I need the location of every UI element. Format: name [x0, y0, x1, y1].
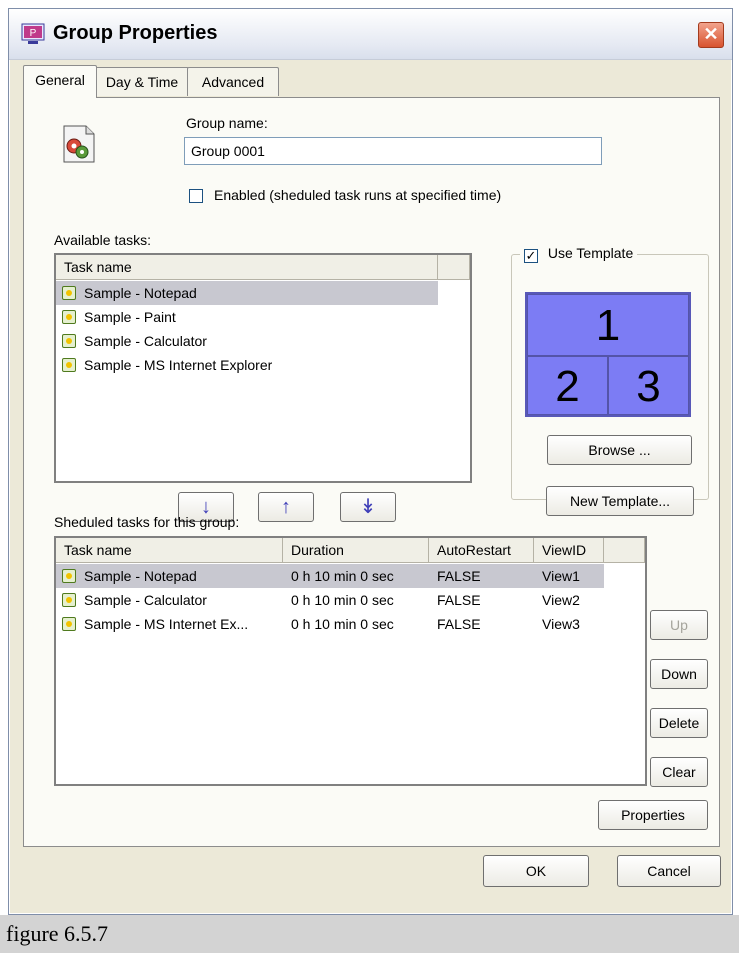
- column-task-name[interactable]: Task name: [56, 538, 283, 562]
- task-name: Sample - Calculator: [84, 333, 207, 349]
- enabled-checkbox[interactable]: [189, 189, 203, 203]
- group-properties-window: P Group Properties ✕ General Day & Time …: [8, 8, 733, 915]
- list-item[interactable]: Sample - Calculator: [56, 329, 438, 353]
- window-title: Group Properties: [53, 22, 218, 44]
- column-spacer: [604, 538, 645, 562]
- task-name: Sample - Notepad: [84, 285, 197, 301]
- column-spacer: [438, 255, 470, 279]
- template-preview[interactable]: 1 2 3: [525, 292, 691, 417]
- scheduled-tasks-label: Sheduled tasks for this group:: [54, 514, 240, 530]
- group-name-input[interactable]: Group 0001: [184, 137, 602, 165]
- browse-button[interactable]: Browse ...: [547, 435, 692, 465]
- task-icon: [62, 334, 76, 348]
- template-cell-2: 2: [527, 356, 608, 415]
- cell-viewid: View2: [542, 592, 580, 608]
- cell-autorestart: FALSE: [437, 616, 481, 632]
- down-button[interactable]: Down: [650, 659, 708, 689]
- move-all-down-button[interactable]: ↡: [340, 492, 396, 522]
- column-viewid[interactable]: ViewID: [534, 538, 604, 562]
- cancel-button[interactable]: Cancel: [617, 855, 721, 887]
- template-cell-1: 1: [527, 294, 689, 356]
- task-icon: [62, 286, 76, 300]
- svg-text:P: P: [30, 28, 37, 39]
- column-duration[interactable]: Duration: [283, 538, 429, 562]
- use-template-checkbox[interactable]: ✓: [524, 249, 538, 263]
- cell-duration: 0 h 10 min 0 sec: [291, 592, 394, 608]
- title-bar: P Group Properties ✕: [9, 9, 732, 60]
- column-task-name[interactable]: Task name: [56, 255, 438, 279]
- table-row[interactable]: Sample - Notepad 0 h 10 min 0 sec FALSE …: [56, 564, 604, 588]
- close-icon: ✕: [703, 24, 719, 44]
- cell-autorestart: FALSE: [437, 592, 481, 608]
- cell-task-name: Sample - Calculator: [84, 592, 207, 608]
- check-icon: ✓: [525, 248, 537, 263]
- new-template-button[interactable]: New Template...: [546, 486, 694, 516]
- close-button[interactable]: ✕: [698, 22, 724, 48]
- cell-viewid: View3: [542, 616, 580, 632]
- enabled-label: Enabled (sheduled task runs at specified…: [214, 187, 502, 203]
- task-name: Sample - MS Internet Explorer: [84, 357, 273, 373]
- use-template-legend: ✓ Use Template: [520, 245, 638, 263]
- figure-caption: figure 6.5.7: [0, 915, 739, 953]
- task-icon: [62, 569, 76, 583]
- clear-button[interactable]: Clear: [650, 757, 708, 787]
- general-tab-panel: Group name: Group 0001 Enabled (sheduled…: [23, 97, 720, 847]
- cell-task-name: Sample - Notepad: [84, 568, 197, 584]
- template-cell-3: 3: [608, 356, 689, 415]
- table-row[interactable]: Sample - MS Internet Ex... 0 h 10 min 0 …: [56, 612, 604, 636]
- task-icon: [62, 617, 76, 631]
- app-icon: P: [21, 23, 45, 44]
- table-row[interactable]: Sample - Calculator 0 h 10 min 0 sec FAL…: [56, 588, 604, 612]
- group-gears-icon: [63, 125, 95, 163]
- cell-task-name: Sample - MS Internet Ex...: [84, 616, 249, 632]
- delete-button[interactable]: Delete: [650, 708, 708, 738]
- use-template-group: ✓ Use Template 1 2 3 Browse ...: [511, 245, 709, 500]
- tab-day-time[interactable]: Day & Time: [95, 67, 189, 96]
- task-icon: [62, 310, 76, 324]
- group-name-label: Group name:: [186, 115, 268, 131]
- double-arrow-down-icon: ↡: [359, 496, 377, 518]
- ok-button[interactable]: OK: [483, 855, 589, 887]
- list-item[interactable]: Sample - MS Internet Explorer: [56, 353, 438, 377]
- list-item[interactable]: Sample - Paint: [56, 305, 438, 329]
- scheduled-tasks-list[interactable]: Task name Duration AutoRestart ViewID Sa…: [54, 536, 647, 786]
- list-item[interactable]: Sample - Notepad: [56, 281, 438, 305]
- properties-button[interactable]: Properties: [598, 800, 708, 830]
- task-icon: [62, 593, 76, 607]
- column-autorestart[interactable]: AutoRestart: [429, 538, 534, 562]
- cell-viewid: View1: [542, 568, 580, 584]
- arrow-up-icon: ↑: [281, 496, 291, 518]
- task-name: Sample - Paint: [84, 309, 176, 325]
- cell-duration: 0 h 10 min 0 sec: [291, 616, 394, 632]
- scheduled-tasks-header: Task name Duration AutoRestart ViewID: [56, 538, 645, 563]
- cell-duration: 0 h 10 min 0 sec: [291, 568, 394, 584]
- task-icon: [62, 358, 76, 372]
- available-tasks-list[interactable]: Task name Sample - Notepad Sample - Pain…: [54, 253, 472, 483]
- use-template-label: Use Template: [547, 245, 634, 261]
- available-tasks-label: Available tasks:: [54, 232, 152, 248]
- cell-autorestart: FALSE: [437, 568, 481, 584]
- up-button[interactable]: Up: [650, 610, 708, 640]
- tab-advanced[interactable]: Advanced: [187, 67, 279, 96]
- available-tasks-header: Task name: [56, 255, 470, 280]
- move-up-button[interactable]: ↑: [258, 492, 314, 522]
- tab-general[interactable]: General: [23, 65, 97, 98]
